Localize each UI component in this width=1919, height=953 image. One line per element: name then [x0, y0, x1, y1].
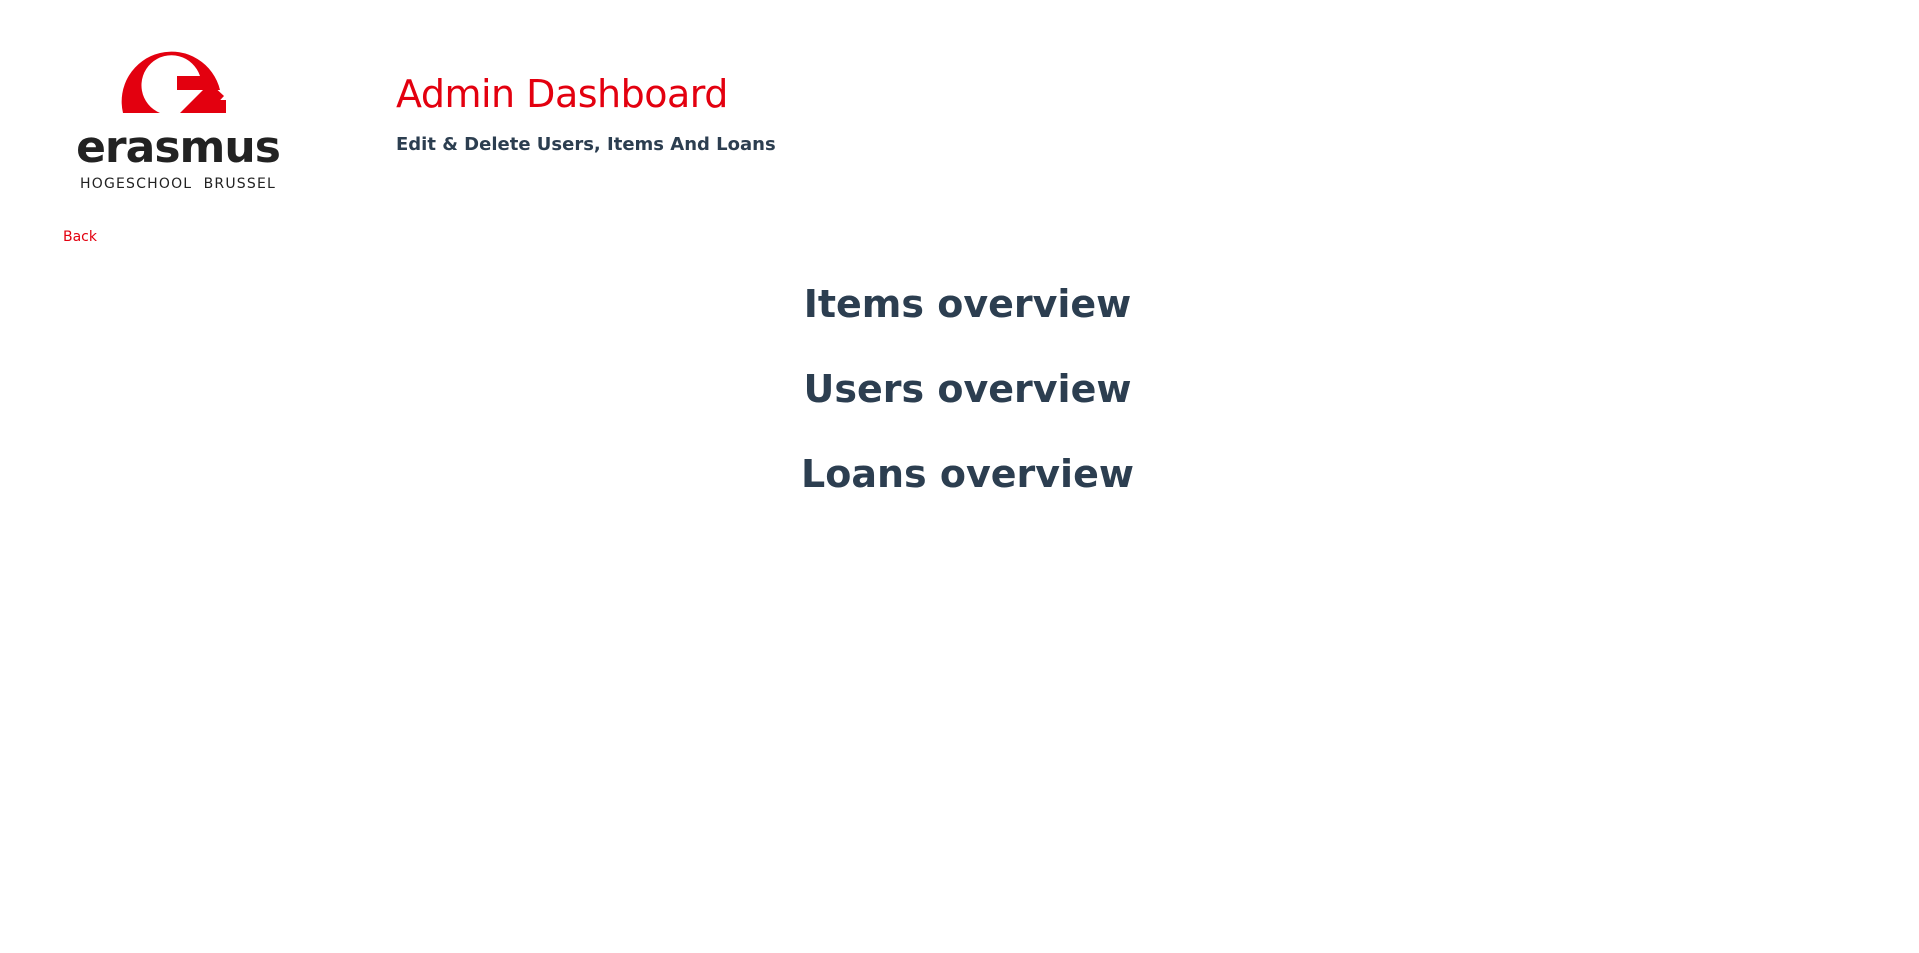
page-title: Admin Dashboard [396, 72, 728, 116]
loans-overview-link[interactable]: Loans overview [801, 446, 1134, 502]
svg-text:erasmus: erasmus [76, 122, 280, 173]
erasmus-logo[interactable]: erasmus HOGESCHOOL BRUSSEL [72, 34, 284, 192]
page-subtitle: Edit & Delete Users, Items And Loans [396, 134, 776, 155]
back-link[interactable]: Back [63, 229, 97, 245]
users-overview-link[interactable]: Users overview [804, 361, 1132, 417]
overview-links: Items overview Users overview Loans over… [0, 276, 1919, 531]
svg-text:HOGESCHOOL BRUSSEL: HOGESCHOOL BRUSSEL [80, 176, 276, 192]
page-header: Admin Dashboard Edit & Delete Users, Ite… [396, 66, 776, 158]
admin-dashboard-page: erasmus HOGESCHOOL BRUSSEL Admin Dashboa… [0, 0, 1919, 953]
erasmus-logo-icon: erasmus HOGESCHOOL BRUSSEL [76, 51, 281, 192]
items-overview-link[interactable]: Items overview [804, 276, 1132, 332]
